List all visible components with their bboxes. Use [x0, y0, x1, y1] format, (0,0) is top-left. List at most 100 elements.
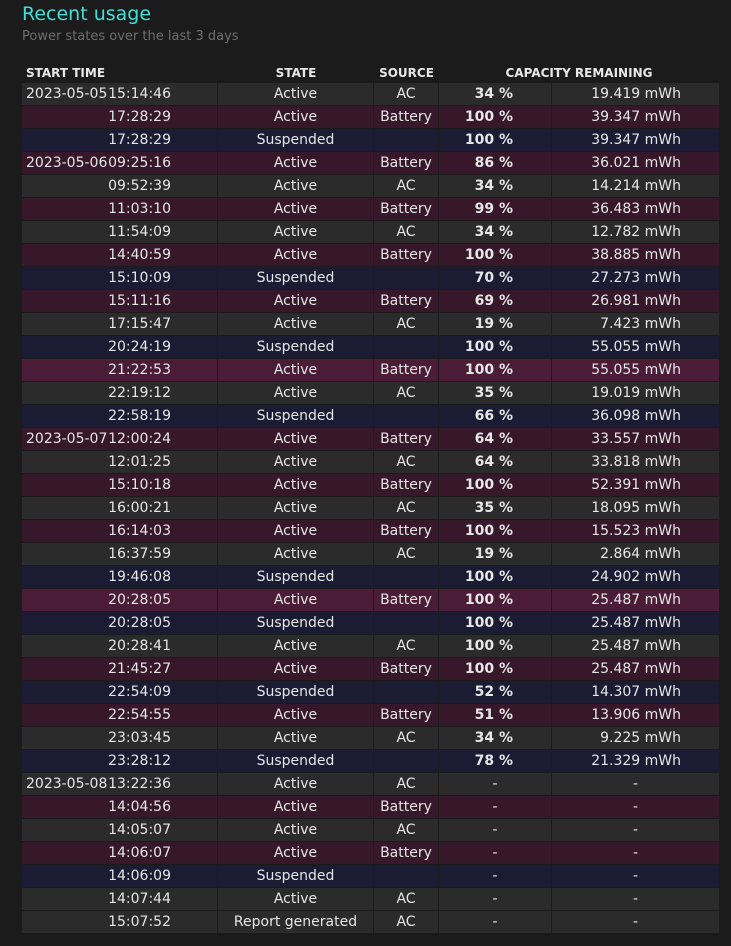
start-time: 20:28:41 — [108, 638, 171, 654]
capacity-mwh-cell: 14.214 mWh — [552, 175, 719, 198]
capacity-percent-cell: 86 % — [439, 152, 552, 175]
capacity-percent-cell: 52 % — [439, 681, 552, 704]
source-cell: Battery — [374, 658, 439, 681]
capacity-mwh-cell: 33.557 mWh — [552, 428, 719, 451]
source-cell: AC — [374, 773, 439, 796]
state-cell: Active — [218, 290, 374, 313]
source-cell: AC — [374, 727, 439, 750]
start-time-cell: 20:28:05 — [22, 589, 218, 612]
capacity-percent-cell: 100 % — [439, 520, 552, 543]
start-date: 2023-05-05 — [26, 86, 108, 102]
table-row: 22:54:55 Active Battery 51 % 13.906 mWh — [22, 704, 719, 727]
capacity-mwh-cell: - — [552, 796, 719, 819]
capacity-percent-cell: 19 % — [439, 313, 552, 336]
table-row: 11:03:10 Active Battery 99 % 36.483 mWh — [22, 198, 719, 221]
start-time: 15:11:16 — [108, 293, 171, 309]
start-time: 14:40:59 — [108, 247, 171, 263]
start-time-cell: 21:22:53 — [22, 359, 218, 382]
start-time-cell: 17:28:29 — [22, 106, 218, 129]
start-time: 11:03:10 — [108, 201, 171, 217]
state-cell: Active — [218, 704, 374, 727]
table-row: 15:10:18 Active Battery 100 % 52.391 mWh — [22, 474, 719, 497]
table-row: 16:14:03 Active Battery 100 % 15.523 mWh — [22, 520, 719, 543]
capacity-mwh-cell: 24.902 mWh — [552, 566, 719, 589]
capacity-percent-cell: 70 % — [439, 267, 552, 290]
table-row: 17:15:47 Active AC 19 % 7.423 mWh — [22, 313, 719, 336]
table-row: 21:22:53 Active Battery 100 % 55.055 mWh — [22, 359, 719, 382]
start-time: 14:04:56 — [108, 799, 171, 815]
state-cell: Active — [218, 543, 374, 566]
source-cell: Battery — [374, 198, 439, 221]
state-cell: Active — [218, 221, 374, 244]
table-row: 14:06:09 Suspended - - — [22, 865, 719, 888]
capacity-percent-cell: 19 % — [439, 543, 552, 566]
source-cell — [374, 566, 439, 589]
capacity-percent-cell: - — [439, 842, 552, 865]
table-row: 21:45:27 Active Battery 100 % 25.487 mWh — [22, 658, 719, 681]
state-cell: Report generated — [218, 911, 374, 934]
source-cell: AC — [374, 911, 439, 934]
source-cell: AC — [374, 451, 439, 474]
start-time: 16:00:21 — [108, 500, 171, 516]
start-time-cell: 15:10:18 — [22, 474, 218, 497]
start-time: 12:00:24 — [108, 431, 171, 447]
start-time-cell: 2023-05-05 15:14:46 — [22, 83, 218, 106]
source-cell — [374, 612, 439, 635]
capacity-percent-cell: 100 % — [439, 336, 552, 359]
state-cell: Suspended — [218, 336, 374, 359]
source-cell: Battery — [374, 428, 439, 451]
start-time: 20:28:05 — [108, 615, 171, 631]
state-cell: Active — [218, 589, 374, 612]
source-cell — [374, 267, 439, 290]
start-time-cell: 22:19:12 — [22, 382, 218, 405]
table-row: 12:01:25 Active AC 64 % 33.818 mWh — [22, 451, 719, 474]
capacity-mwh-cell: 13.906 mWh — [552, 704, 719, 727]
capacity-mwh-cell: 38.885 mWh — [552, 244, 719, 267]
start-time-cell: 11:54:09 — [22, 221, 218, 244]
source-cell: AC — [374, 635, 439, 658]
source-cell: AC — [374, 175, 439, 198]
table-row: 15:10:09 Suspended 70 % 27.273 mWh — [22, 267, 719, 290]
table-row: 14:06:07 Active Battery - - — [22, 842, 719, 865]
capacity-mwh-cell: 26.981 mWh — [552, 290, 719, 313]
capacity-mwh-cell: 36.098 mWh — [552, 405, 719, 428]
state-cell: Suspended — [218, 267, 374, 290]
source-cell: Battery — [374, 474, 439, 497]
state-cell: Active — [218, 359, 374, 382]
table-row: 23:28:12 Suspended 78 % 21.329 mWh — [22, 750, 719, 773]
capacity-mwh-cell: 7.423 mWh — [552, 313, 719, 336]
capacity-percent-cell: - — [439, 796, 552, 819]
start-time: 16:37:59 — [108, 546, 171, 562]
state-cell: Active — [218, 451, 374, 474]
capacity-mwh-cell: 36.483 mWh — [552, 198, 719, 221]
capacity-mwh-cell: 25.487 mWh — [552, 612, 719, 635]
source-cell: Battery — [374, 359, 439, 382]
capacity-mwh-cell: - — [552, 773, 719, 796]
capacity-mwh-cell: 55.055 mWh — [552, 336, 719, 359]
capacity-percent-cell: 100 % — [439, 474, 552, 497]
source-cell: Battery — [374, 842, 439, 865]
start-time-cell: 19:46:08 — [22, 566, 218, 589]
capacity-mwh-cell: 27.273 mWh — [552, 267, 719, 290]
table-row: 19:46:08 Suspended 100 % 24.902 mWh — [22, 566, 719, 589]
source-cell: AC — [374, 221, 439, 244]
table-row: 14:40:59 Active Battery 100 % 38.885 mWh — [22, 244, 719, 267]
state-cell: Suspended — [218, 750, 374, 773]
table-row: 17:28:29 Suspended 100 % 39.347 mWh — [22, 129, 719, 152]
start-time-cell: 14:06:09 — [22, 865, 218, 888]
start-time-cell: 09:52:39 — [22, 175, 218, 198]
table-row: 15:07:52 Report generated AC - - — [22, 911, 719, 934]
state-cell: Suspended — [218, 405, 374, 428]
start-time: 23:28:12 — [108, 753, 171, 769]
start-time: 22:58:19 — [108, 408, 171, 424]
state-cell: Active — [218, 819, 374, 842]
state-cell: Active — [218, 796, 374, 819]
column-header-source: SOURCE — [379, 65, 434, 80]
capacity-percent-cell: 64 % — [439, 451, 552, 474]
state-cell: Suspended — [218, 865, 374, 888]
capacity-mwh-cell: 52.391 mWh — [552, 474, 719, 497]
capacity-mwh-cell: - — [552, 842, 719, 865]
state-cell: Active — [218, 635, 374, 658]
source-cell: Battery — [374, 796, 439, 819]
capacity-percent-cell: 69 % — [439, 290, 552, 313]
